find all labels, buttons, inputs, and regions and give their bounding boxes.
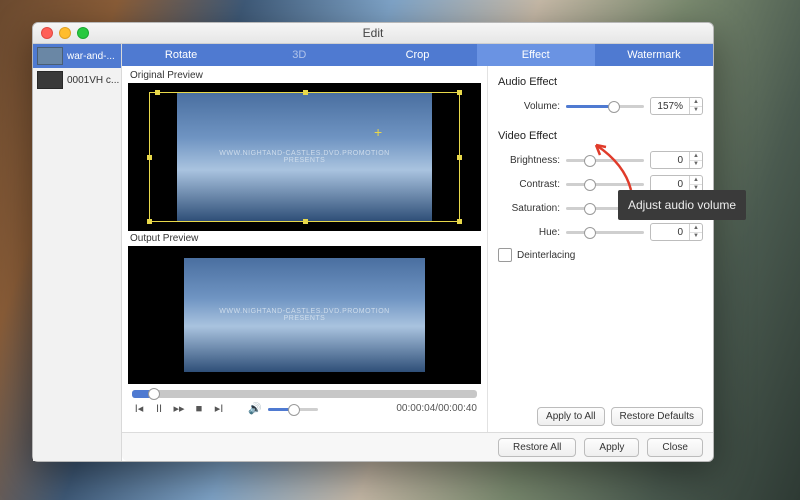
apply-to-all-button[interactable]: Apply to All xyxy=(537,407,604,426)
playback-volume-slider[interactable] xyxy=(268,404,318,414)
brightness-row: Brightness: 0▲▼ xyxy=(498,151,703,169)
volume-value: 157% xyxy=(651,101,689,112)
pause-icon[interactable]: II xyxy=(152,403,166,415)
hue-slider[interactable] xyxy=(566,227,644,237)
file-thumb-icon xyxy=(37,47,63,65)
video-frame: WWW.NIGHTAND-CASTLES.DVD.PROMOTION PRESE… xyxy=(184,258,424,371)
brightness-label: Brightness: xyxy=(498,155,560,166)
crop-rectangle[interactable] xyxy=(149,92,460,222)
volume-slider[interactable] xyxy=(566,101,644,111)
deinterlacing-checkbox[interactable]: Deinterlacing xyxy=(498,248,703,262)
next-frame-icon[interactable]: ▸I xyxy=(212,402,226,415)
tab-watermark[interactable]: Watermark xyxy=(595,44,713,66)
timeline-knob[interactable] xyxy=(148,388,160,400)
crosshair-icon: + xyxy=(374,124,382,140)
contrast-slider[interactable] xyxy=(566,179,644,189)
output-preview-label: Output Preview xyxy=(130,233,481,244)
playback-time: 00:00:04/00:00:40 xyxy=(396,403,477,414)
checkbox-icon[interactable] xyxy=(498,248,512,262)
volume-row: Volume: 157% ▲▼ xyxy=(498,97,703,115)
video-effect-heading: Video Effect xyxy=(498,130,703,142)
edit-tabs: Rotate 3D Crop Effect Watermark xyxy=(122,44,713,66)
tab-effect[interactable]: Effect xyxy=(477,44,595,66)
desktop-background: Edit war-and-... 0001VH c... Rotate 3D C… xyxy=(0,0,800,500)
deinterlacing-label: Deinterlacing xyxy=(517,250,575,261)
hue-label: Hue: xyxy=(498,227,560,238)
titlebar[interactable]: Edit xyxy=(33,23,713,44)
stop-icon[interactable]: ■ xyxy=(192,403,206,415)
volume-stepper[interactable]: 157% ▲▼ xyxy=(650,97,703,115)
annotation-callout: Adjust audio volume xyxy=(618,190,746,220)
volume-label: Volume: xyxy=(498,101,560,112)
sidebar-item-file-2[interactable]: 0001VH c... xyxy=(33,68,121,92)
contrast-label: Contrast: xyxy=(498,179,560,190)
sidebar-item-file-1[interactable]: war-and-... xyxy=(33,44,121,68)
stepper-down-icon[interactable]: ▼ xyxy=(690,107,702,115)
effect-panel: Audio Effect Volume: 157% ▲▼ Video Eff xyxy=(487,66,713,432)
tab-3d[interactable]: 3D xyxy=(240,44,358,66)
output-preview: WWW.NIGHTAND-CASTLES.DVD.PROMOTION PRESE… xyxy=(128,246,481,384)
original-preview: WWW.NIGHTAND-CASTLES.DVD.PROMOTION PRESE… xyxy=(128,83,481,231)
restore-all-button[interactable]: Restore All xyxy=(498,438,576,457)
window-title: Edit xyxy=(33,26,713,40)
tab-rotate[interactable]: Rotate xyxy=(122,44,240,66)
brightness-stepper[interactable]: 0▲▼ xyxy=(650,151,703,169)
audio-effect-heading: Audio Effect xyxy=(498,76,703,88)
original-preview-label: Original Preview xyxy=(130,70,481,81)
edit-window: Edit war-and-... 0001VH c... Rotate 3D C… xyxy=(32,22,714,462)
file-sidebar: war-and-... 0001VH c... xyxy=(33,44,122,461)
stepper-up-icon[interactable]: ▲ xyxy=(690,98,702,107)
volume-icon[interactable]: 🔊 xyxy=(248,402,262,415)
sidebar-item-label: 0001VH c... xyxy=(67,75,119,86)
brightness-slider[interactable] xyxy=(566,155,644,165)
sidebar-item-label: war-and-... xyxy=(67,51,115,62)
file-thumb-icon xyxy=(37,71,63,89)
playback-timeline[interactable] xyxy=(132,390,477,398)
tab-crop[interactable]: Crop xyxy=(358,44,476,66)
playback-controls: I◂ II ▸▸ ■ ▸I 🔊 00:00:04/00:00:40 xyxy=(128,402,481,417)
hue-row: Hue: 0▲▼ xyxy=(498,223,703,241)
fast-forward-icon[interactable]: ▸▸ xyxy=(172,402,186,415)
apply-button[interactable]: Apply xyxy=(584,438,639,457)
bottom-bar: Restore All Apply Close xyxy=(122,432,713,461)
close-button[interactable]: Close xyxy=(647,438,703,457)
hue-stepper[interactable]: 0▲▼ xyxy=(650,223,703,241)
prev-frame-icon[interactable]: I◂ xyxy=(132,402,146,415)
restore-defaults-button[interactable]: Restore Defaults xyxy=(611,407,703,426)
saturation-label: Saturation: xyxy=(498,203,560,214)
preview-column: Original Preview WWW.NIGHTAND-CASTLES.DV… xyxy=(122,66,487,432)
